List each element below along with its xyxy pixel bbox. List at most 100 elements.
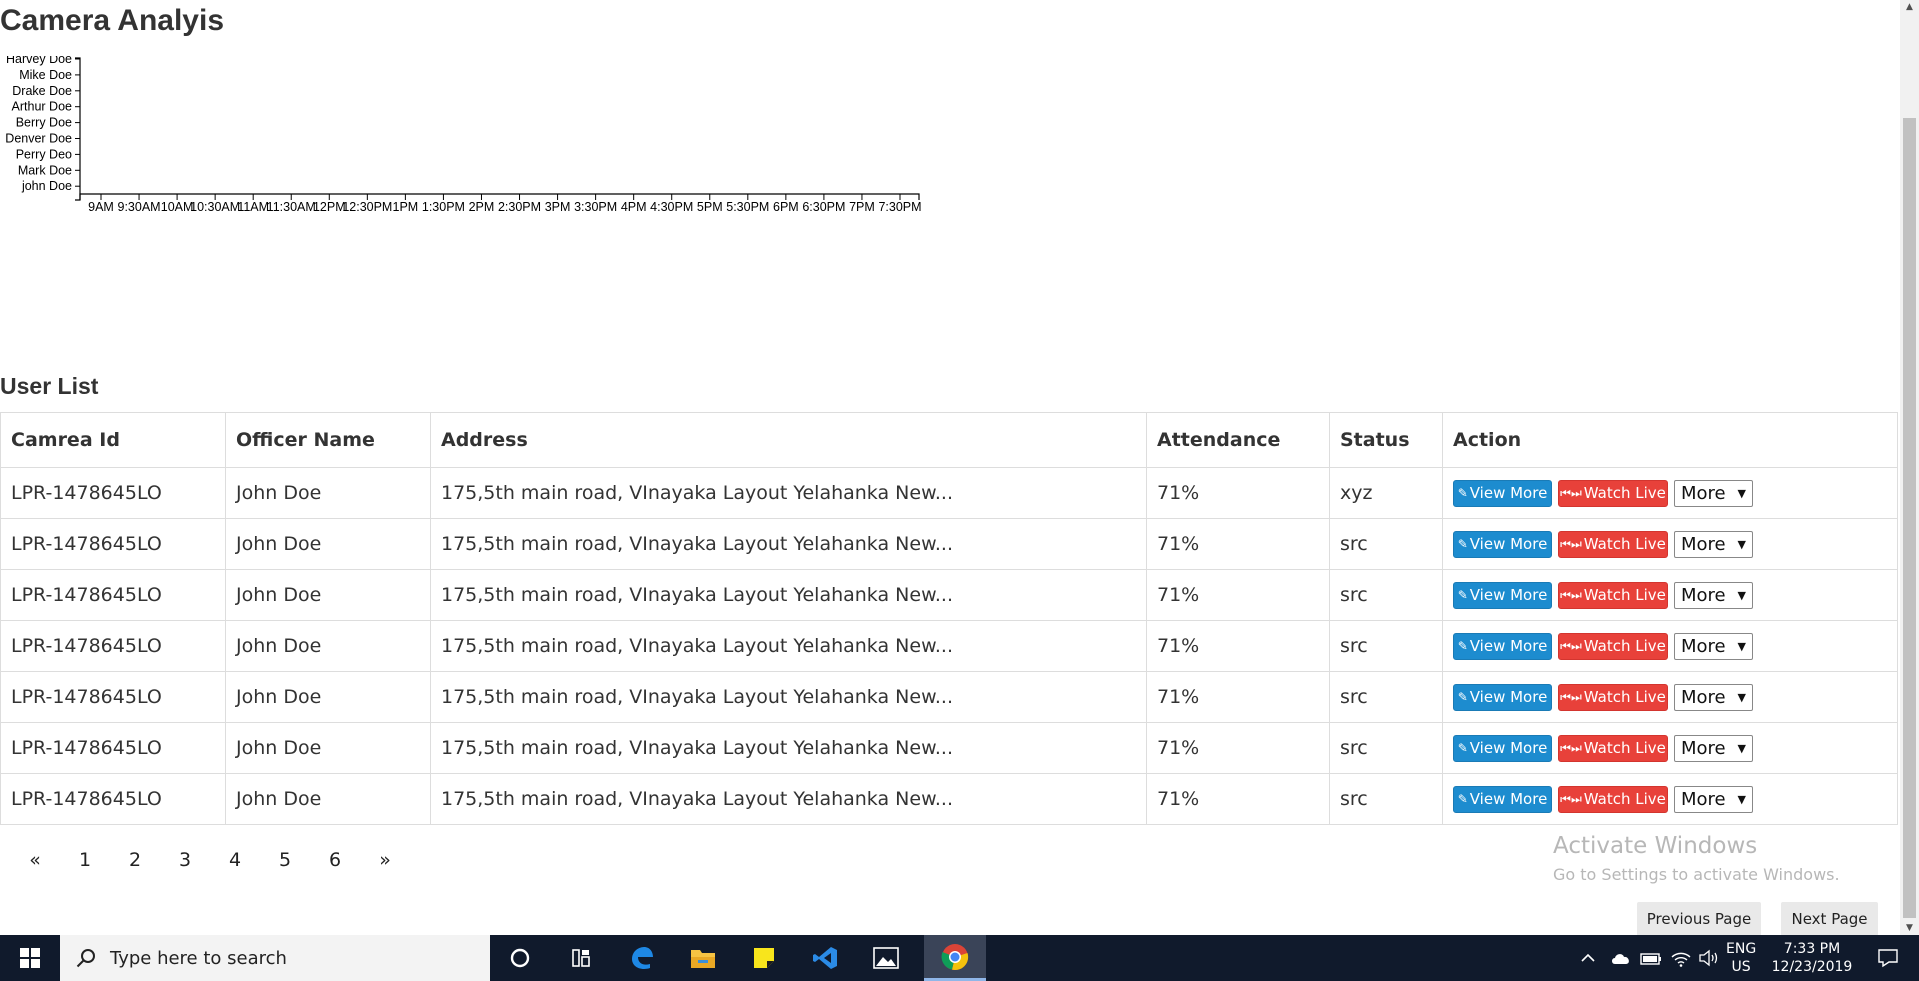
pagination-page-4[interactable]: 4 [210,849,260,871]
y-axis-line [75,57,81,201]
more-dropdown[interactable]: More ▼ [1674,734,1753,762]
x-tick-label: 4PM [621,200,647,214]
pagination-next[interactable]: » [360,849,410,871]
dropdown-caret-icon: ▼ [1737,792,1746,806]
cell-address: 175,5th main road, VInayaka Layout Yelah… [430,518,1147,570]
cell-officer-name: John Doe [225,569,431,621]
more-dropdown[interactable]: More ▼ [1674,581,1753,609]
search-icon [76,949,95,968]
volume-icon[interactable] [1698,949,1720,967]
vscode-icon[interactable] [795,935,855,981]
more-dropdown[interactable]: More ▼ [1674,683,1753,711]
show-hidden-icons-chevron-icon[interactable] [1580,950,1596,966]
cell-address: 175,5th main road, VInayaka Layout Yelah… [430,722,1147,774]
edit-icon: ✎ [1457,588,1468,602]
cell-address: 175,5th main road, VInayaka Layout Yelah… [430,620,1147,672]
edit-icon: ✎ [1457,792,1468,806]
taskbar-search-box[interactable]: Type here to search [60,935,490,981]
pagination-page-6[interactable]: 6 [310,849,360,871]
cell-actions: ✎ View More ⏮⏭ Watch Live More ▼ [1442,518,1898,570]
scroll-down-arrow-icon[interactable]: ▼ [1900,921,1919,935]
previous-page-button[interactable]: Previous Page [1637,902,1761,936]
watch-live-button[interactable]: ⏮⏭ Watch Live [1558,632,1668,660]
cell-address: 175,5th main road, VInayaka Layout Yelah… [430,467,1147,519]
chrome-icon[interactable] [924,935,986,981]
table-row: LPR-1478645LO John Doe 175,5th main road, … [0,569,1898,621]
dropdown-caret-icon: ▼ [1737,741,1746,755]
pagination-prev[interactable]: « [10,849,60,871]
windows-logo-icon [20,948,40,968]
pagination-page-2[interactable]: 2 [110,849,160,871]
y-tick-label: Mike Doe [19,68,72,82]
taskbar-clock[interactable]: 7:33 PM 12/23/2019 [1770,940,1854,976]
onedrive-cloud-icon[interactable] [1610,950,1632,966]
cortana-icon[interactable] [490,935,550,981]
battery-icon[interactable] [1640,950,1662,966]
table-row: LPR-1478645LO John Doe 175,5th main road, … [0,518,1898,570]
sticky-notes-icon[interactable] [734,935,794,981]
watermark-subtitle: Go to Settings to activate Windows. [1553,865,1840,884]
windows-taskbar: Type here to search ENG US 7:33 PM 12/23… [0,935,1919,981]
fast-backward-forward-icon: ⏮⏭ [1560,689,1582,704]
more-dropdown-value: More [1681,737,1726,759]
cell-attendance: 71% [1146,467,1330,519]
more-dropdown[interactable]: More ▼ [1674,479,1753,507]
notifications-icon[interactable] [1858,935,1918,981]
view-more-button[interactable]: ✎ View More [1453,734,1552,762]
x-tick-label: 2:30PM [498,200,541,214]
cell-actions: ✎ View More ⏮⏭ Watch Live More ▼ [1442,620,1898,672]
view-more-button[interactable]: ✎ View More [1453,632,1552,660]
clock-date: 12/23/2019 [1771,959,1853,975]
x-tick-label: 3PM [545,200,571,214]
cell-officer-name: John Doe [225,620,431,672]
table-body: LPR-1478645LO John Doe 175,5th main road, … [0,467,1898,825]
cell-status: xyz [1329,467,1443,519]
y-tick-label: Denver Doe [5,132,72,146]
more-dropdown[interactable]: More ▼ [1674,530,1753,558]
view-more-label: View More [1469,637,1548,655]
photos-icon[interactable] [856,935,916,981]
pagination: « 1 2 3 4 5 6 » [10,849,410,871]
y-tick-label: Drake Doe [12,84,72,98]
column-header-address: Address [430,412,1147,468]
watch-live-button[interactable]: ⏮⏭ Watch Live [1558,581,1668,609]
watch-live-button[interactable]: ⏮⏭ Watch Live [1558,683,1668,711]
view-more-button[interactable]: ✎ View More [1453,683,1552,711]
more-dropdown[interactable]: More ▼ [1674,785,1753,813]
view-more-button[interactable]: ✎ View More [1453,530,1552,558]
wifi-icon[interactable] [1670,949,1692,967]
user-list-title: User List [0,373,99,399]
more-dropdown[interactable]: More ▼ [1674,632,1753,660]
cell-status: src [1329,722,1443,774]
cell-status: src [1329,518,1443,570]
file-explorer-icon[interactable] [673,935,733,981]
scroll-up-arrow-icon[interactable]: ▲ [1900,0,1919,14]
watch-live-button[interactable]: ⏮⏭ Watch Live [1558,479,1668,507]
more-dropdown-value: More [1681,788,1726,810]
y-tick-label: Perry Deo [16,147,72,161]
watch-live-button[interactable]: ⏮⏭ Watch Live [1558,530,1668,558]
pagination-page-5[interactable]: 5 [260,849,310,871]
x-tick-label: 9AM [88,200,114,214]
view-more-button[interactable]: ✎ View More [1453,479,1552,507]
edge-icon[interactable] [612,935,672,981]
x-tick-label: 6PM [773,200,799,214]
start-button[interactable] [0,935,60,981]
task-view-icon[interactable] [551,935,611,981]
next-page-button[interactable]: Next Page [1781,902,1878,936]
pagination-page-1[interactable]: 1 [60,849,110,871]
watch-live-button[interactable]: ⏮⏭ Watch Live [1558,734,1668,762]
x-tick-label: 9:30AM [118,200,161,214]
cell-officer-name: John Doe [225,722,431,774]
scrollbar-thumb[interactable] [1903,118,1916,918]
watch-live-button[interactable]: ⏮⏭ Watch Live [1558,785,1668,813]
vertical-scrollbar[interactable]: ▲ ▼ [1900,0,1919,935]
view-more-button[interactable]: ✎ View More [1453,581,1552,609]
pagination-page-3[interactable]: 3 [160,849,210,871]
view-more-label: View More [1469,586,1548,604]
system-tray [1580,935,1720,981]
fast-backward-forward-icon: ⏮⏭ [1560,536,1582,551]
cell-address: 175,5th main road, VInayaka Layout Yelah… [430,773,1147,825]
view-more-button[interactable]: ✎ View More [1453,785,1552,813]
language-indicator[interactable]: ENG US [1726,940,1756,976]
